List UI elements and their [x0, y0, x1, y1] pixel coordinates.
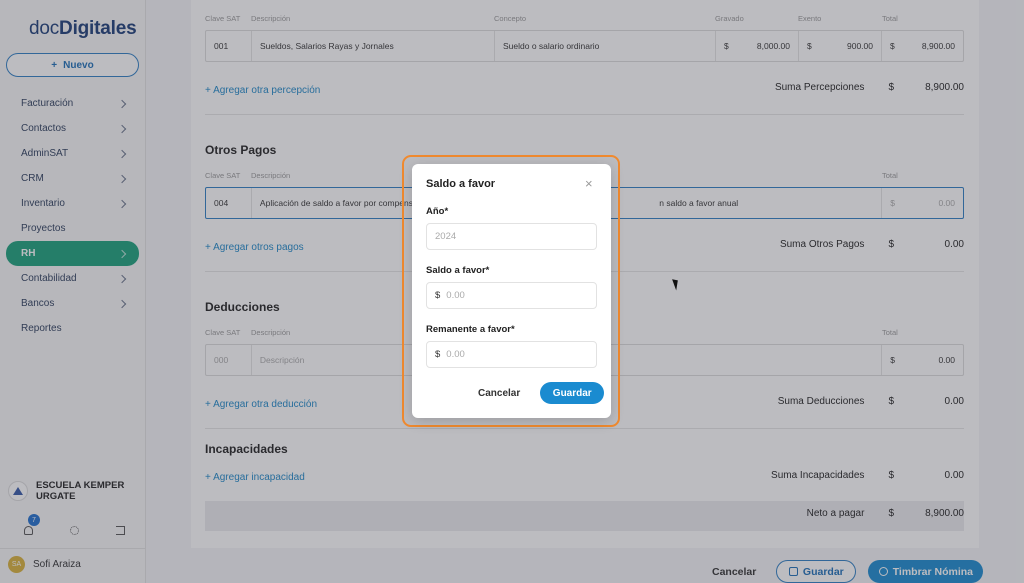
- dialog-save-button[interactable]: Guardar: [540, 382, 605, 404]
- year-input[interactable]: 2024: [426, 223, 597, 250]
- remanente-input[interactable]: $0.00: [426, 341, 597, 368]
- year-label: Año*: [426, 206, 449, 217]
- dialog-actions: Cancelar Guardar: [472, 382, 605, 404]
- saldo-input[interactable]: $0.00: [426, 282, 597, 309]
- dialog-title: Saldo a favor: [426, 178, 496, 190]
- dialog-cancel-button[interactable]: Cancelar: [472, 388, 526, 399]
- saldo-a-favor-dialog: Saldo a favor × Año* 2024 Saldo a favor*…: [412, 164, 611, 418]
- saldo-label: Saldo a favor*: [426, 265, 490, 276]
- remanente-label: Remanente a favor*: [426, 324, 515, 335]
- close-icon[interactable]: ×: [585, 177, 593, 190]
